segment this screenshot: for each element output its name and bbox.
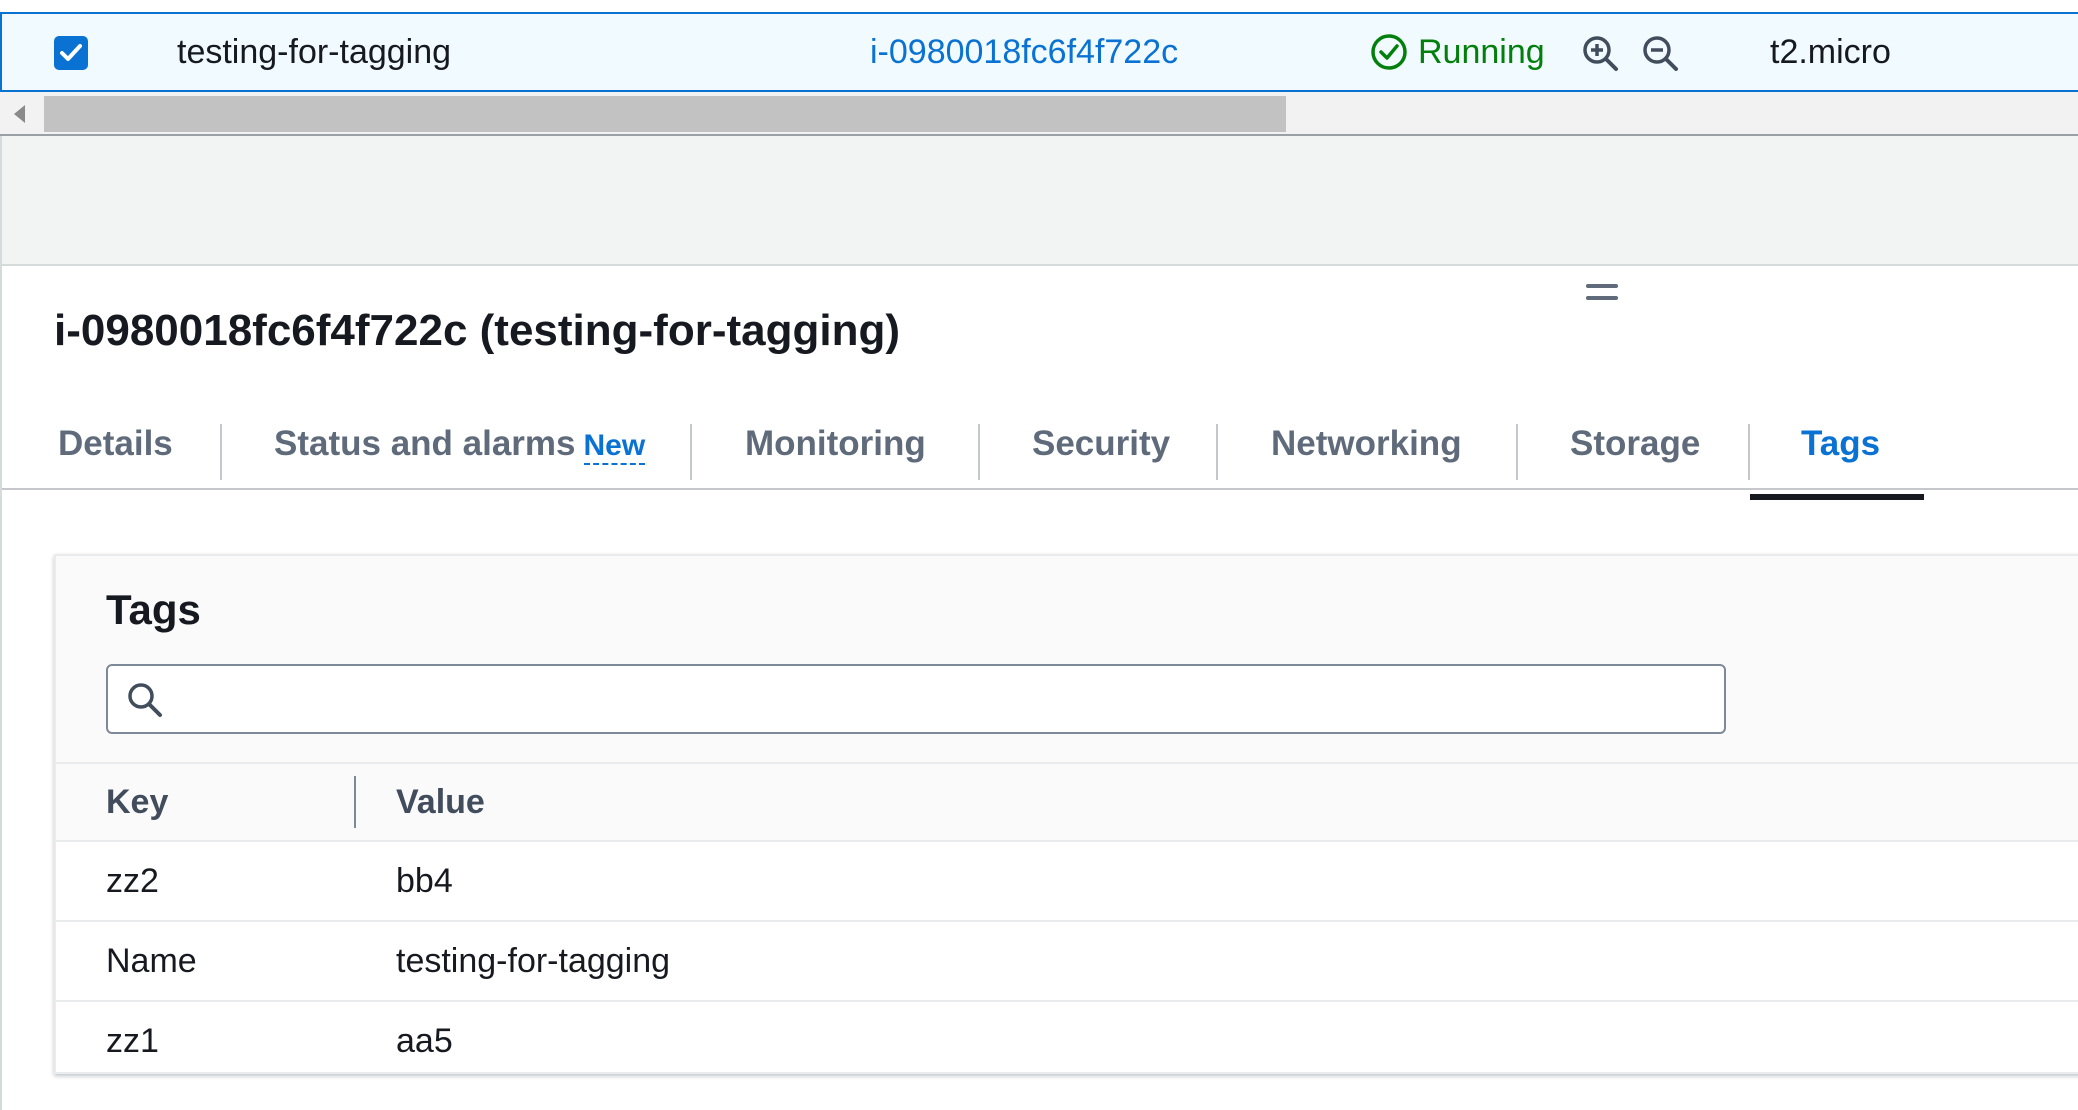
tag-value-cell: aa5 [396,1022,453,1060]
tags-search-field[interactable] [106,664,1726,734]
tab-storage[interactable]: Storage [1570,412,1700,490]
tags-search-input[interactable] [182,672,1712,726]
tag-value-cell: testing-for-tagging [396,942,671,980]
tab-label: Networking [1271,424,1462,463]
zoom-in-icon[interactable] [1580,33,1620,73]
scroll-left-arrow-icon[interactable] [14,105,25,123]
tags-header: Tags [56,556,2078,762]
instance-state-label: Running [1418,33,1545,71]
tab-label: Status and alarms [274,424,576,463]
tab-networking[interactable]: Networking [1271,412,1462,490]
status-success-icon [1371,34,1407,70]
tab-list: Details Status and alarms New Monitoring … [2,412,2078,490]
tags-container: Tags Key Value zz2 bb4 Name testing-for-… [54,554,2078,1074]
tab-separator [1516,424,1518,480]
column-resize-handle[interactable] [354,776,356,828]
active-tab-indicator [1750,494,1924,500]
tab-label: Details [58,424,173,463]
zoom-out-icon[interactable] [1640,33,1680,73]
instance-name-cell: testing-for-tagging [177,33,452,71]
panel-title: i-0980018fc6f4f722c (testing-for-tagging… [54,306,900,355]
drag-handle-icon[interactable] [1586,282,1618,304]
tab-separator [220,424,222,480]
tab-monitoring[interactable]: Monitoring [745,412,926,490]
tab-status-and-alarms[interactable]: Status and alarms New [274,412,646,490]
checkbox-checked-icon [60,44,82,61]
tab-label: Security [1032,424,1171,463]
instance-type-cell: t2.micro [1770,33,1891,71]
tag-key-cell: zz2 [106,862,159,900]
instance-state-cell: Running [1370,14,1545,90]
row-checkbox[interactable] [54,36,88,70]
tab-details[interactable]: Details [58,412,173,490]
new-badge: New [583,429,646,465]
tag-key-cell: Name [106,942,197,980]
tab-label: Tags [1801,424,1881,463]
tab-security[interactable]: Security [1032,412,1170,490]
tab-separator [690,424,692,480]
tab-tags[interactable]: Tags [1801,412,1880,490]
tab-separator [1216,424,1218,480]
horizontal-scrollbar[interactable] [0,92,2078,136]
split-panel: i-0980018fc6f4f722c (testing-for-tagging… [0,266,2078,1110]
table-row: Name testing-for-tagging [56,922,2078,1002]
scrollbar-thumb[interactable] [44,96,1286,132]
tab-separator [978,424,980,480]
tag-key-cell: zz1 [106,1022,159,1060]
tags-table-header: Key Value [56,762,2078,842]
table-row: zz1 aa5 [56,1002,2078,1082]
instance-id-link[interactable]: i-0980018fc6f4f722c [870,14,1178,90]
tab-separator [1748,424,1750,480]
tag-value-cell: bb4 [396,862,453,900]
tab-label: Storage [1570,424,1701,463]
table-row: zz2 bb4 [56,842,2078,922]
tags-heading: Tags [106,586,201,633]
search-icon [128,683,162,717]
tab-label: Monitoring [745,424,926,463]
column-header-key[interactable]: Key [106,764,168,842]
instance-table-row-selected[interactable]: testing-for-tagging i-0980018fc6f4f722c … [0,12,2078,92]
table-footer-area [0,136,2078,266]
column-header-value[interactable]: Value [396,764,485,842]
